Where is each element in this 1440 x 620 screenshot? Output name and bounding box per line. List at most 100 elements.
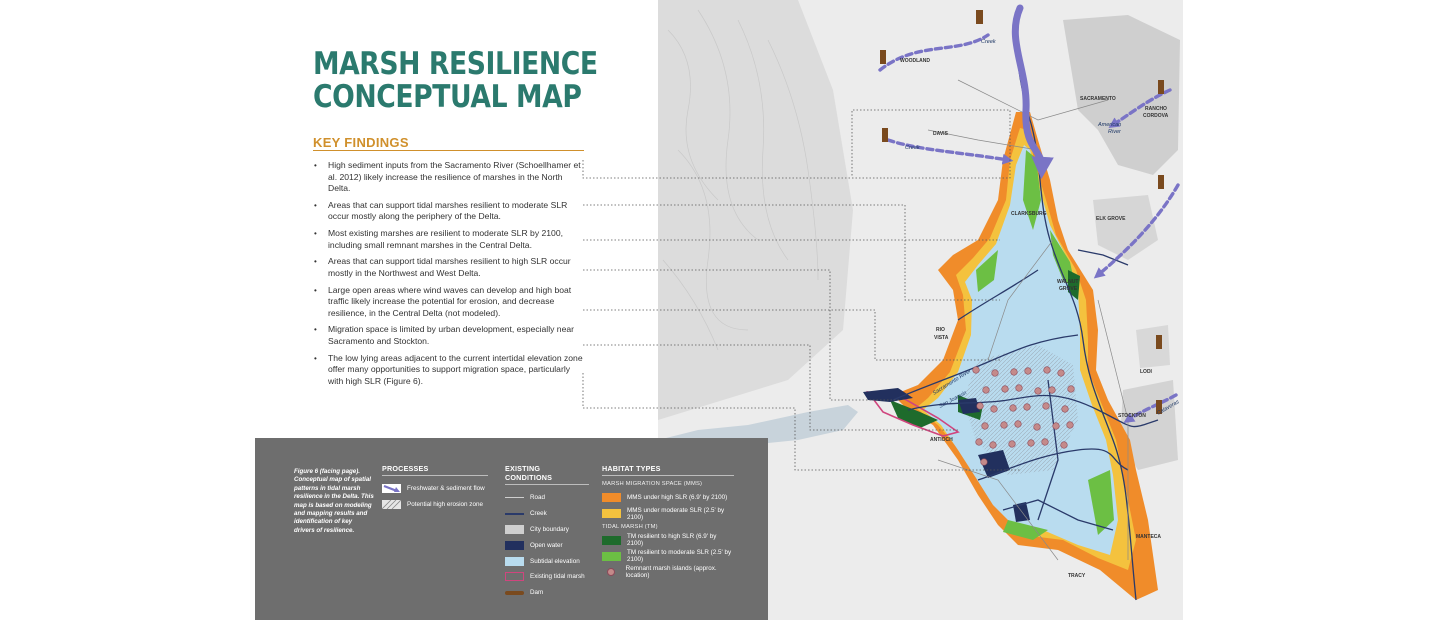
label-elk-grove: ELK GROVE [1096, 216, 1126, 222]
remnant-marsh-island [982, 386, 990, 394]
legend-item-mms-high: MMS under high SLR (6.9' by 2100) [602, 490, 734, 506]
legend-item-road: Road [505, 490, 589, 506]
remnant-marsh-island [1014, 420, 1022, 428]
legend-label: TM resilient to moderate SLR (2.5' by 21… [627, 549, 732, 564]
legend-processes: PROCESSES Freshwater & sediment flow Pot… [382, 464, 488, 513]
remnant-marsh-island [1061, 405, 1069, 413]
finding-item: Large open areas where wind waves can de… [313, 285, 585, 320]
label-cordova: CORDOVA [1143, 113, 1169, 119]
legend-panel: Figure 6 (facing page). Conceptual map o… [255, 438, 768, 620]
legend-item-mms-moderate: MMS under moderate SLR (2.5' by 2100) [602, 506, 734, 522]
page-title: MARSH RESILIENCE CONCEPTUAL MAP [313, 48, 598, 114]
label-antioch: ANTIOCH [930, 437, 953, 443]
finding-item: Most existing marshes are resilient to m… [313, 228, 585, 251]
open-water-swatch [505, 540, 524, 550]
legend-label: MMS under moderate SLR (2.5' by 2100) [627, 506, 725, 521]
label-putah-creek: Creek [905, 145, 920, 151]
legend-item-subtidal: Subtidal elevation [505, 553, 589, 569]
remnant-marsh-island [990, 405, 998, 413]
erosion-hatch-icon [382, 500, 401, 510]
legend-item-remnant-islands: Remnant marsh islands (approx. location) [602, 564, 734, 580]
finding-item: Areas that can support tidal marshes res… [313, 200, 585, 223]
figure-caption: Figure 6 (facing page). Conceptual map o… [294, 468, 374, 534]
remnant-marsh-island [1057, 369, 1065, 377]
legend-label: MMS under high SLR (6.9' by 2100) [627, 494, 728, 502]
remnant-marsh-island [1048, 386, 1056, 394]
legend-habitat-title: HABITAT TYPES [602, 464, 734, 476]
legend-label: Open water [530, 541, 563, 549]
legend-label: Remnant marsh islands (approx. location) [625, 565, 717, 580]
label-tracy: TRACY [1068, 573, 1086, 579]
remnant-marsh-island [989, 441, 997, 449]
remnant-dot-icon [602, 568, 620, 577]
mms-moderate-swatch [602, 509, 621, 519]
dam-swatch [505, 590, 524, 595]
key-findings-list: High sediment inputs from the Sacramento… [313, 160, 585, 393]
label-grove: GROVE [1059, 286, 1078, 292]
label-vista: VISTA [934, 335, 949, 341]
subtidal-swatch [505, 556, 524, 566]
remnant-marsh-island [1008, 440, 1016, 448]
tm-moderate-swatch [602, 551, 621, 561]
legend-label: City boundary [530, 525, 569, 533]
remnant-marsh-island [1067, 385, 1075, 393]
label-davis: DAVIS [933, 131, 949, 137]
remnant-marsh-island [1034, 387, 1042, 395]
legend-processes-title: PROCESSES [382, 464, 488, 476]
finding-item: High sediment inputs from the Sacramento… [313, 160, 585, 195]
legend-item-existing-marsh: Existing tidal marsh [505, 569, 589, 585]
remnant-marsh-island [1041, 438, 1049, 446]
label-manteca: MANTECA [1136, 534, 1161, 540]
label-lodi: LODI [1140, 369, 1153, 375]
label-walnut: WALNUT [1057, 279, 1078, 285]
legend-label: Road [530, 494, 546, 502]
legend-label: Potential high erosion zone [407, 501, 483, 509]
mms-high-swatch [602, 493, 621, 503]
legend-habitat-types: HABITAT TYPES MARSH MIGRATION SPACE (MMS… [602, 464, 734, 580]
remnant-marsh-island [1015, 384, 1023, 392]
remnant-marsh-island [976, 402, 984, 410]
legend-existing-conditions: EXISTING CONDITIONS Road Creek City boun… [505, 464, 589, 601]
lodi-urban [1136, 325, 1170, 368]
remnant-marsh-island [1066, 421, 1074, 429]
label-rio: RIO [936, 327, 945, 333]
title-line-1: MARSH RESILIENCE [313, 46, 598, 82]
remnant-marsh-island [1027, 439, 1035, 447]
legend-existing-title: EXISTING CONDITIONS [505, 464, 589, 485]
remnant-marsh-island [1042, 402, 1050, 410]
label-stockton: STOCKTON [1118, 413, 1146, 419]
legend-label: Creek [530, 510, 547, 518]
remnant-marsh-island [972, 366, 980, 374]
remnant-marsh-island [1052, 422, 1060, 430]
legend-item-erosion: Potential high erosion zone [382, 497, 488, 513]
finding-item: Migration space is limited by urban deve… [313, 324, 585, 347]
key-findings-heading: KEY FINDINGS [313, 135, 409, 150]
city-swatch [505, 524, 524, 534]
label-american-river: River [1108, 129, 1122, 135]
legend-mms-title: MARSH MIGRATION SPACE (MMS) [602, 481, 703, 487]
legend-item-tm-moderate: TM resilient to moderate SLR (2.5' by 21… [602, 548, 734, 564]
creek-swatch [505, 512, 524, 515]
label-american: American [1097, 122, 1121, 128]
finding-item: Areas that can support tidal marshes res… [313, 256, 585, 279]
remnant-marsh-island [975, 438, 983, 446]
legend-item-open-water: Open water [505, 537, 589, 553]
label-woodland: WOODLAND [900, 58, 930, 64]
legend-label: TM resilient to high SLR (6.9' by 2100) [627, 533, 717, 548]
remnant-marsh-island [1001, 385, 1009, 393]
legend-item-creek: Creek [505, 506, 589, 522]
remnant-marsh-island [991, 369, 999, 377]
legend-label: Existing tidal marsh [530, 573, 585, 581]
flow-arrow-icon [382, 484, 401, 494]
legend-item-flow: Freshwater & sediment flow [382, 481, 488, 497]
legend-label: Subtidal elevation [530, 557, 580, 565]
remnant-marsh-island [981, 422, 989, 430]
remnant-marsh-island [1060, 441, 1068, 449]
legend-label: Dam [530, 589, 544, 597]
label-clarksburg: CLARKSBURG [1011, 211, 1047, 217]
remnant-marsh-island [1033, 423, 1041, 431]
title-line-2: CONCEPTUAL MAP [313, 79, 582, 115]
legend-label: Freshwater & sediment flow [407, 485, 485, 493]
legend-item-tm-high: TM resilient to high SLR (6.9' by 2100) [602, 533, 734, 549]
remnant-marsh-island [1023, 403, 1031, 411]
